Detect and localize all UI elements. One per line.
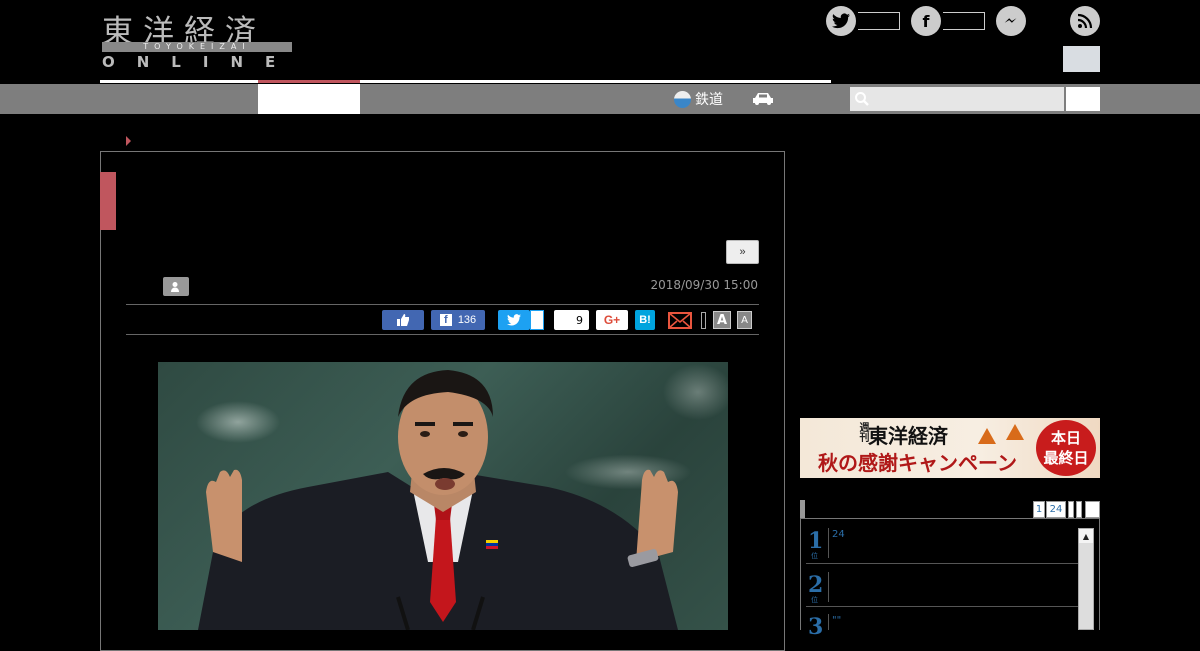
article-category-marker <box>100 172 116 230</box>
banner-badge: 本日 最終日 <box>1036 420 1096 476</box>
pocket-button[interactable]: 9 <box>554 310 589 330</box>
facebook-share-count: 136 <box>457 314 477 326</box>
badge-line1: 本日 <box>1050 429 1081 447</box>
rank-suffix-1: 位 <box>811 552 818 560</box>
rank-number-1: 1 <box>808 528 824 554</box>
search-button[interactable] <box>1066 87 1100 111</box>
pocket-count: 9 <box>576 313 583 327</box>
rank-title-3[interactable]: "" <box>832 615 841 626</box>
font-size-toggle[interactable] <box>701 312 706 329</box>
facebook-share-button[interactable]: f 136 <box>431 310 485 330</box>
banner-title: 東洋経済 <box>868 424 948 448</box>
google-plus-button[interactable]: G+ <box>596 310 628 330</box>
ranking-header-marker <box>800 500 805 518</box>
twitter-icon <box>507 314 521 326</box>
ranking-tab-3[interactable] <box>1068 501 1074 518</box>
font-large-button[interactable]: A <box>713 311 731 329</box>
thumbs-up-icon <box>396 314 409 326</box>
rank-title-1[interactable]: 24 <box>832 529 845 540</box>
car-icon[interactable] <box>752 91 774 105</box>
ranking-tab-1[interactable]: 1 <box>1033 501 1045 518</box>
nav-top-line <box>100 80 831 83</box>
twitter-icon[interactable] <box>826 6 856 36</box>
search-box <box>850 87 1064 111</box>
ranking-tab-24[interactable]: 24 <box>1046 501 1066 518</box>
nav-item-active[interactable] <box>258 84 360 114</box>
messenger-icon[interactable] <box>996 6 1026 36</box>
logo-title[interactable]: 東洋経済 <box>102 6 294 50</box>
railway-icon <box>674 90 691 108</box>
ranking-scrollbar[interactable] <box>1078 528 1094 630</box>
nav-active-indicator <box>258 80 360 83</box>
maple-leaf-icon <box>1006 424 1024 440</box>
banner-subtitle: 秋の感謝キャンペーン <box>818 451 1017 475</box>
rank-divider <box>828 614 829 630</box>
rank-divider <box>828 528 829 558</box>
share-divider-bottom <box>126 334 759 335</box>
login-button[interactable] <box>1063 46 1100 72</box>
rank-suffix-2: 位 <box>811 596 818 604</box>
facebook-icon[interactable]: f <box>911 6 941 36</box>
ranking-tab-4[interactable] <box>1076 501 1082 518</box>
nav-item-railway[interactable]: 鉄道 <box>674 88 723 110</box>
share-divider-top <box>126 304 759 305</box>
scroll-up-icon[interactable]: ▲ <box>1079 529 1093 543</box>
search-input[interactable] <box>850 87 1064 111</box>
rank-separator <box>806 606 1078 607</box>
rank-number-2: 2 <box>808 572 824 598</box>
facebook-icon: f <box>439 314 452 326</box>
rank-separator <box>806 563 1078 564</box>
logo-band: TOYOKEIZAI <box>102 42 292 52</box>
mail-icon[interactable] <box>668 310 692 330</box>
hatena-bookmark-button[interactable]: B! <box>635 310 655 330</box>
search-icon <box>854 91 870 107</box>
next-page-button[interactable]: » <box>726 240 759 264</box>
rank-number-3: 3 <box>808 614 824 640</box>
logo-online: ONLINE <box>102 53 298 71</box>
tweet-count <box>530 310 544 330</box>
facebook-like-button[interactable] <box>382 310 424 330</box>
author-icon[interactable] <box>163 277 189 296</box>
publish-date: 2018/09/30 15:00 <box>650 278 758 292</box>
rss-icon[interactable] <box>1070 6 1100 36</box>
facebook-counter <box>943 12 985 30</box>
article-main-photo <box>158 362 728 630</box>
tweet-button[interactable] <box>498 310 530 330</box>
ranking-tab-5[interactable] <box>1085 501 1100 518</box>
nav-railway-label: 鉄道 <box>695 92 723 108</box>
breadcrumb-arrow-icon <box>126 136 131 146</box>
badge-line2: 最終日 <box>1043 449 1089 467</box>
rank-divider <box>828 572 829 602</box>
font-small-button[interactable]: A <box>737 311 752 329</box>
ranking-list <box>800 519 1100 630</box>
twitter-counter <box>858 12 900 30</box>
maple-leaf-icon <box>978 428 996 444</box>
